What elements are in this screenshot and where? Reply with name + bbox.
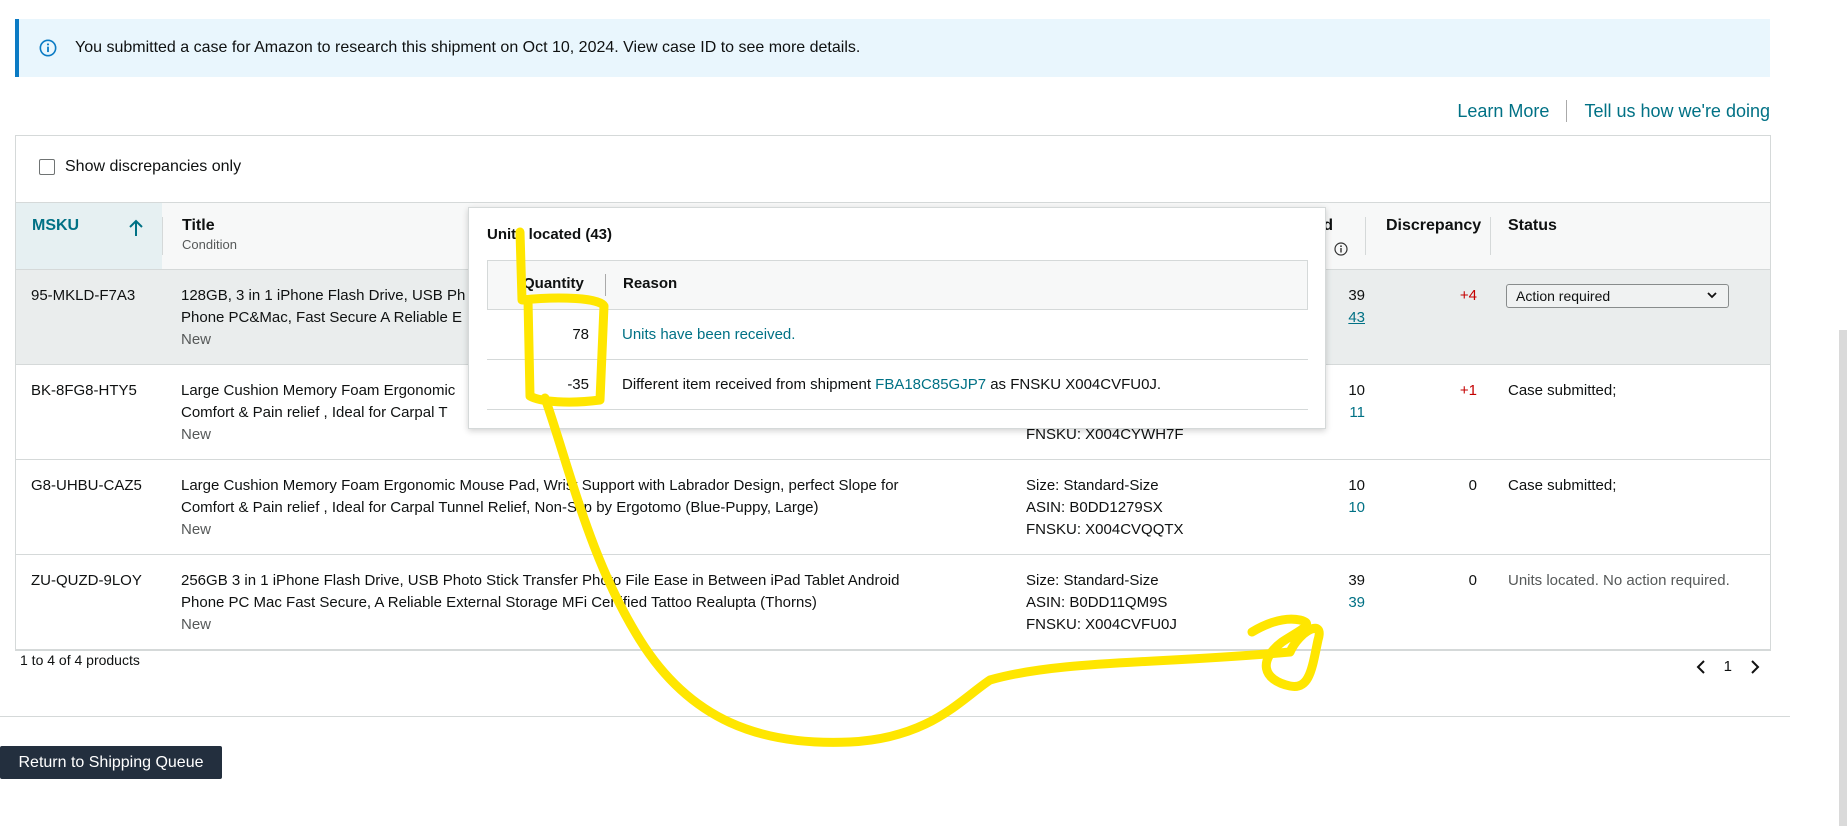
quantity-column-header: Quantity [523,275,584,292]
column-divider [605,274,606,296]
asin-text: ASIN: B0DD11QM9S [1026,594,1168,611]
quantity-cell: 39 39 [1348,570,1365,614]
asin-text: ASIN: B0DD1279SX [1026,499,1163,516]
feedback-link[interactable]: Tell us how we're doing [1584,101,1770,122]
expected-quantity: 10 [1348,477,1365,494]
product-title-line[interactable]: Phone PC Mac Fast Secure, A Reliable Ext… [181,592,899,614]
shipment-link[interactable]: FBA18C85GJP7 [875,376,986,393]
product-title-line[interactable]: Large Cushion Memory Foam Ergonomic [181,380,455,402]
title-cell: Large Cushion Memory Foam Ergonomic Mous… [181,475,899,541]
condition-header-label: Condition [182,237,237,252]
table-row: ZU-QUZD-9LOY 256GB 3 in 1 iPhone Flash D… [16,555,1770,650]
msku-column-header[interactable]: MSKU [32,217,79,235]
located-quantity: -35 [567,376,589,393]
units-located-popover: Units located (43) Quantity Reason 78 Un… [468,207,1326,429]
status-text: Case submitted; [1508,477,1617,494]
condition-text: New [181,331,212,348]
pagination: 1 [1696,658,1760,675]
product-title-line[interactable]: Phone PC&Mac, Fast Secure A Reliable E [181,307,465,329]
discrepancy-value: +1 [1459,382,1477,399]
info-banner: You submitted a case for Amazon to resea… [15,19,1770,77]
title-column-header: Title Condition [182,217,237,252]
column-divider [1365,217,1366,255]
reason-suffix: as FNSKU X004CVFU0J. [986,376,1162,393]
title-cell: 256GB 3 in 1 iPhone Flash Drive, USB Pho… [181,570,899,636]
table-row: G8-UHBU-CAZ5 Large Cushion Memory Foam E… [16,460,1770,555]
column-divider [162,217,163,255]
reason-link[interactable]: Units have been received. [622,326,795,343]
learn-more-link[interactable]: Learn More [1457,101,1549,122]
details-cell: Size: Standard-Size ASIN: B0DD1279SX FNS… [1026,475,1184,541]
product-title-line[interactable]: Comfort & Pain relief , Ideal for Carpal… [181,497,899,519]
size-text: Size: Standard-Size [1026,572,1159,589]
located-quantity-link[interactable]: 43 [1348,307,1365,329]
product-title-line[interactable]: 128GB, 3 in 1 iPhone Flash Drive, USB Ph [181,285,465,307]
located-quantity-link[interactable]: 11 [1348,402,1365,424]
link-separator [1566,100,1568,122]
msku-cell: 95-MKLD-F7A3 [31,287,136,304]
top-links: Learn More Tell us how we're doing [1457,100,1770,122]
msku-cell: G8-UHBU-CAZ5 [31,477,142,494]
popover-title: Units located (43) [487,226,613,243]
current-page[interactable]: 1 [1724,658,1732,675]
discrepancy-column-header: Discrepancy [1386,217,1482,234]
title-header-label: Title [182,217,215,234]
fnsku-text: FNSKU: X004CVQQTX [1026,521,1184,538]
chevron-left-icon[interactable] [1696,659,1706,674]
condition-text: New [181,521,212,538]
quantity-cell: 10 10 [1348,475,1365,519]
popover-row: -35 Different item received from shipmen… [487,360,1308,410]
show-discrepancies-checkbox[interactable] [39,159,55,175]
column-divider [1490,217,1491,255]
msku-cell: ZU-QUZD-9LOY [31,572,142,589]
page-scrollbar[interactable] [1839,330,1847,826]
title-cell: Large Cushion Memory Foam Ergonomic Comf… [181,380,455,446]
located-quantity-link[interactable]: 10 [1348,497,1365,519]
section-divider [0,716,1790,717]
sort-ascending-icon[interactable] [128,219,144,237]
fnsku-text: FNSKU: X004CVFU0J [1026,616,1177,633]
discrepancy-value: 0 [1468,477,1477,494]
discrepancy-value: 0 [1468,572,1477,589]
popover-row: 78 Units have been received. [487,310,1308,360]
banner-message: You submitted a case for Amazon to resea… [75,39,861,56]
discrepancy-filter[interactable]: Show discrepancies only [39,158,241,176]
expected-quantity: 10 [1348,382,1365,399]
reason-text: Different item received from shipment FB… [622,376,1161,393]
product-title-line[interactable]: 256GB 3 in 1 iPhone Flash Drive, USB Pho… [181,570,899,592]
chevron-right-icon[interactable] [1750,659,1760,674]
size-text: Size: Standard-Size [1026,477,1159,494]
quantity-cell: 10 11 [1348,380,1365,424]
title-cell: 128GB, 3 in 1 iPhone Flash Drive, USB Ph… [181,285,465,351]
show-discrepancies-label: Show discrepancies only [65,158,242,175]
discrepancy-value: +4 [1459,287,1477,304]
located-quantity: 78 [572,326,589,343]
status-text: Units located. No action required. [1508,572,1730,589]
status-column-header: Status [1508,217,1557,234]
condition-text: New [181,616,212,633]
return-to-shipping-queue-button[interactable]: Return to Shipping Queue [0,746,222,779]
results-count: 1 to 4 of 4 products [20,652,140,668]
msku-cell: BK-8FG8-HTY5 [31,382,137,399]
status-dropdown-value: Action required [1516,288,1611,304]
info-icon [39,39,57,57]
product-title-line[interactable]: Large Cushion Memory Foam Ergonomic Mous… [181,475,899,497]
quantity-cell: 39 43 [1348,285,1365,329]
status-dropdown[interactable]: Action required [1506,284,1729,308]
details-cell: Size: Standard-Size ASIN: B0DD11QM9S FNS… [1026,570,1177,636]
expected-quantity: 39 [1348,572,1365,589]
product-title-line[interactable]: Comfort & Pain relief , Ideal for Carpal… [181,402,455,424]
reason-prefix: Different item received from shipment [622,376,876,393]
reason-column-header: Reason [623,275,678,292]
chevron-down-icon [1707,292,1717,299]
condition-text: New [181,426,212,443]
info-small-icon[interactable] [1334,242,1348,256]
popover-table-header: Quantity Reason [487,260,1308,310]
status-text: Case submitted; [1508,382,1617,399]
located-quantity-link[interactable]: 39 [1348,592,1365,614]
expected-quantity: 39 [1348,287,1365,304]
